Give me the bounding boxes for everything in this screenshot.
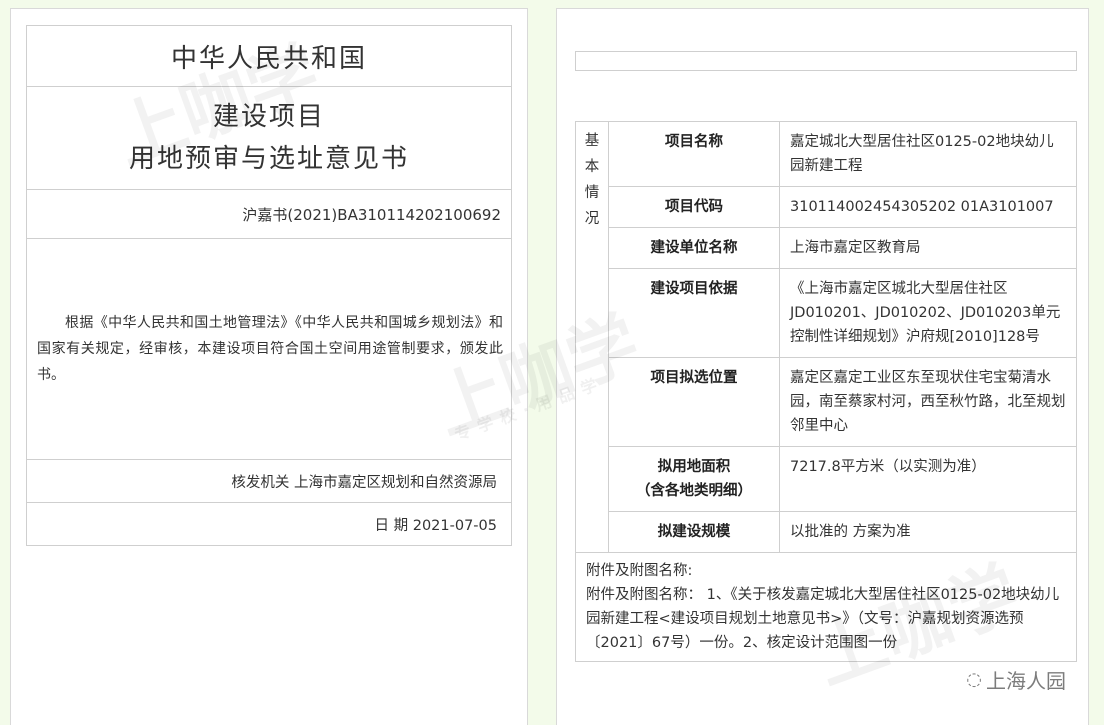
row-label: 项目代码 — [608, 186, 780, 228]
title-line-2: 用地预审与选址意见书 — [128, 144, 409, 174]
attachment-cell: 附件及附图名称: 附件及附图名称： 1、《关于核发嘉定城北大型居住社区0125-… — [575, 552, 1077, 662]
row-label: 项目名称 — [608, 121, 780, 187]
date-label: 日 期 — [374, 517, 409, 534]
table-row: 拟建设规模 以批准的 方案为准 — [576, 511, 1077, 553]
issue-date: 日 期 2021-07-05 — [26, 502, 512, 546]
date-value: 2021-07-05 — [412, 517, 497, 534]
table-row: 建设项目依据 《上海市嘉定区城北大型居住社区JD010201、JD010202、… — [576, 268, 1077, 358]
row-value: 310114002454305202 01A3101007 — [779, 186, 1077, 228]
left-page: 中华人民共和国 建设项目 用地预审与选址意见书 沪嘉书(2021)BA31011… — [10, 8, 528, 725]
table-row: 建设单位名称 上海市嘉定区教育局 — [576, 227, 1077, 269]
row-value: 以批准的 方案为准 — [779, 511, 1077, 553]
row-value: 《上海市嘉定区城北大型居住社区JD010201、JD010202、JD01020… — [779, 268, 1077, 358]
table-row: 拟用地面积 （含各地类明细） 7217.8平方米（以实测为准） — [576, 446, 1077, 512]
row-value: 上海市嘉定区教育局 — [779, 227, 1077, 269]
row-value: 7217.8平方米（以实测为准） — [779, 446, 1077, 512]
row-label: 建设项目依据 — [608, 268, 780, 358]
row-value: 嘉定区嘉定工业区东至现状住宅宝菊清水园，南至蔡家村河，西至秋竹路，北至规划邻里中… — [779, 357, 1077, 447]
document-number: 沪嘉书(2021)BA310114202100692 — [26, 189, 512, 239]
right-page: 基 本 情 况 项目名称 嘉定城北大型居住社区0125-02地块幼儿园新建工程 … — [556, 8, 1089, 725]
document-title: 建设项目 用地预审与选址意见书 — [26, 86, 512, 190]
basic-info-table: 基 本 情 况 项目名称 嘉定城北大型居住社区0125-02地块幼儿园新建工程 … — [575, 121, 1077, 662]
row-label: 拟用地面积 （含各地类明细） — [608, 446, 780, 512]
attachment-row: 附件及附图名称: 附件及附图名称： 1、《关于核发嘉定城北大型居住社区0125-… — [575, 552, 1077, 662]
title-line-1: 建设项目 — [212, 102, 325, 132]
attachment-text: 附件及附图名称： 1、《关于核发嘉定城北大型居住社区0125-02地块幼儿园新建… — [586, 587, 1060, 651]
table-row: 项目拟选位置 嘉定区嘉定工业区东至现状住宅宝菊清水园，南至蔡家村河，西至秋竹路，… — [576, 357, 1077, 447]
row-label: 建设单位名称 — [608, 227, 780, 269]
table-row: 项目代码 310114002454305202 01A3101007 — [576, 186, 1077, 228]
certificate-cover-table: 中华人民共和国 建设项目 用地预审与选址意见书 沪嘉书(2021)BA31011… — [26, 25, 512, 546]
row-label: 拟建设规模 — [608, 511, 780, 553]
issuer-label: 核发机关 — [231, 474, 290, 491]
side-label: 基 本 情 况 — [575, 121, 609, 553]
row-value: 嘉定城北大型居住社区0125-02地块幼儿园新建工程 — [779, 121, 1077, 187]
country-name: 中华人民共和国 — [26, 25, 512, 87]
issuer-name: 上海市嘉定区规划和自然资源局 — [294, 474, 497, 491]
wechat-icon: ◌ — [966, 669, 982, 690]
header-bar — [575, 51, 1077, 71]
table-row: 基 本 情 况 项目名称 嘉定城北大型居住社区0125-02地块幼儿园新建工程 — [575, 121, 1077, 553]
row-label: 项目拟选位置 — [608, 357, 780, 447]
certificate-body: 根据《中华人民共和国土地管理法》《中华人民共和国城乡规划法》和国家有关规定，经审… — [26, 238, 512, 460]
attachment-heading: 附件及附图名称: — [586, 563, 693, 579]
credit-label: 上海人园 — [986, 669, 1066, 693]
source-credit: ◌ 上海人园 — [966, 665, 1066, 694]
issuing-authority: 核发机关 上海市嘉定区规划和自然资源局 — [26, 459, 512, 503]
